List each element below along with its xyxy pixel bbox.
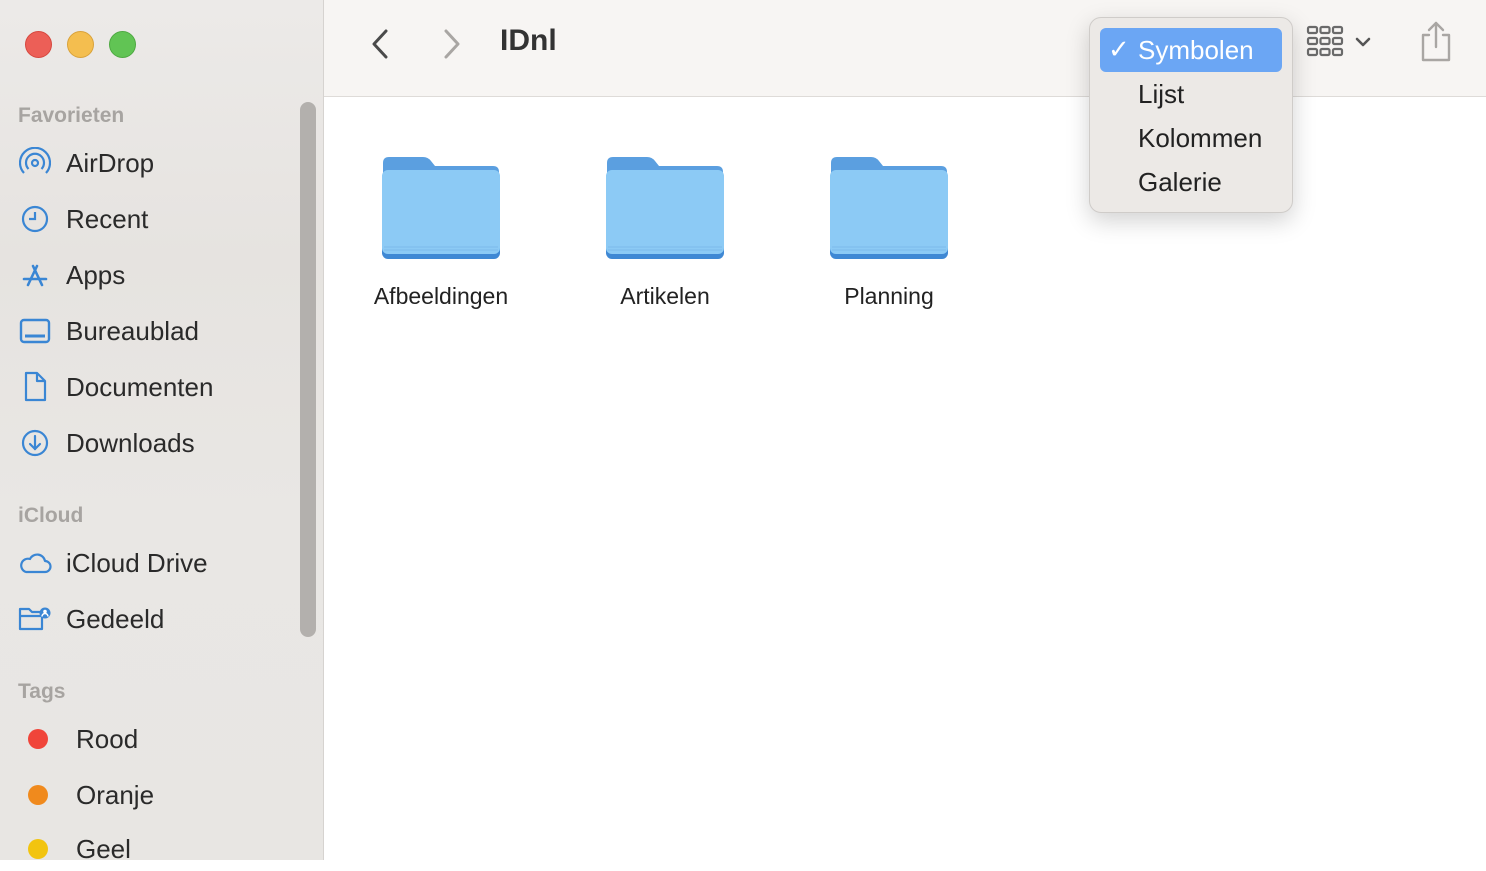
- clock-icon: [18, 202, 52, 236]
- folder-icon: [830, 157, 948, 259]
- folder-label: Afbeeldingen: [373, 283, 509, 309]
- sidebar-item-icloud-drive[interactable]: iCloud Drive: [18, 541, 298, 585]
- sidebar-item-label: Rood: [76, 723, 139, 754]
- chevron-left-icon: [372, 29, 388, 59]
- sidebar-item-label: Oranje: [76, 779, 155, 810]
- menu-item-icons[interactable]: ✓ Symbolen: [1100, 28, 1282, 72]
- download-icon: [18, 426, 52, 460]
- sidebar-item-apps[interactable]: Apps: [18, 253, 298, 297]
- sidebar-item-label: AirDrop: [66, 147, 155, 178]
- tag-red-dot: [28, 729, 48, 749]
- sidebar-item-downloads[interactable]: Downloads: [18, 421, 298, 465]
- file-browser: Afbeeldingen Artikelen Planning: [324, 97, 1486, 860]
- sidebar-item-label: Gedeeld: [66, 603, 165, 634]
- shared-folder-icon: [18, 602, 52, 636]
- sidebar-item-label: iCloud Drive: [66, 547, 208, 578]
- sidebar-item-documents[interactable]: Documenten: [18, 365, 298, 409]
- sidebar-item-tag-orange[interactable]: Oranje: [18, 773, 298, 817]
- view-mode-button[interactable]: [1306, 24, 1372, 60]
- menu-item-list[interactable]: Lijst: [1100, 72, 1282, 116]
- window-controls: [25, 31, 136, 58]
- sidebar-item-label: Recent: [66, 203, 149, 234]
- minimize-window-button[interactable]: [67, 31, 94, 58]
- chevron-right-icon: [444, 29, 460, 59]
- sidebar-item-label: Documenten: [66, 371, 214, 402]
- forward-button[interactable]: [434, 24, 470, 64]
- folder-item[interactable]: Artikelen: [570, 155, 760, 310]
- sidebar-item-desktop[interactable]: Bureaublad: [18, 309, 298, 353]
- view-mode-menu: ✓ Symbolen Lijst Kolommen Galerie: [1089, 17, 1293, 213]
- folder-item[interactable]: Afbeeldingen: [346, 155, 536, 310]
- back-button[interactable]: [362, 24, 398, 64]
- cloud-icon: [18, 546, 52, 580]
- folder-label: Planning: [844, 283, 934, 309]
- section-title-tags: Tags: [18, 680, 66, 703]
- icon-grid-icon: [1306, 25, 1344, 57]
- sidebar-item-tag-red[interactable]: Rood: [18, 717, 298, 761]
- apps-icon: [18, 258, 52, 292]
- menu-item-label: Symbolen: [1138, 34, 1254, 65]
- sidebar-item-airdrop[interactable]: AirDrop: [18, 141, 298, 185]
- window-title: IDnl: [500, 24, 557, 57]
- sidebar-item-shared[interactable]: Gedeeld: [18, 597, 298, 641]
- share-icon: [1421, 21, 1451, 62]
- zoom-window-button[interactable]: [109, 31, 136, 58]
- tag-orange-dot: [28, 785, 48, 805]
- airdrop-icon: [18, 146, 52, 180]
- section-title-icloud: iCloud: [18, 504, 84, 527]
- share-button[interactable]: [1416, 20, 1456, 69]
- folder-icon: [382, 157, 500, 259]
- menu-item-columns[interactable]: Kolommen: [1100, 116, 1282, 160]
- section-title-favorites: Favorieten: [18, 104, 125, 127]
- document-icon: [18, 370, 52, 404]
- folder-item[interactable]: Planning: [794, 155, 984, 310]
- sidebar-item-tag-yellow[interactable]: Geel: [18, 827, 298, 871]
- sidebar-item-label: Bureaublad: [66, 315, 199, 346]
- desktop-icon: [18, 314, 52, 348]
- toolbar: IDnl: [324, 0, 1486, 97]
- chevron-down-icon: [1355, 37, 1371, 47]
- sidebar-scrollbar[interactable]: [300, 102, 316, 637]
- sidebar-item-label: Downloads: [66, 427, 195, 458]
- folder-label: Artikelen: [620, 283, 710, 309]
- folder-icon: [606, 157, 724, 259]
- menu-item-label: Lijst: [1138, 78, 1185, 109]
- sidebar-item-recent[interactable]: Recent: [18, 197, 298, 241]
- close-window-button[interactable]: [25, 31, 52, 58]
- sidebar: Favorieten AirDrop Recent Apps Bureaubla…: [0, 0, 324, 864]
- checkmark-icon: ✓: [1108, 34, 1130, 64]
- menu-item-gallery[interactable]: Galerie: [1100, 160, 1282, 204]
- menu-item-label: Galerie: [1138, 166, 1222, 197]
- sidebar-item-label: Apps: [66, 259, 126, 290]
- tag-yellow-dot: [28, 839, 48, 859]
- menu-item-label: Kolommen: [1138, 122, 1263, 153]
